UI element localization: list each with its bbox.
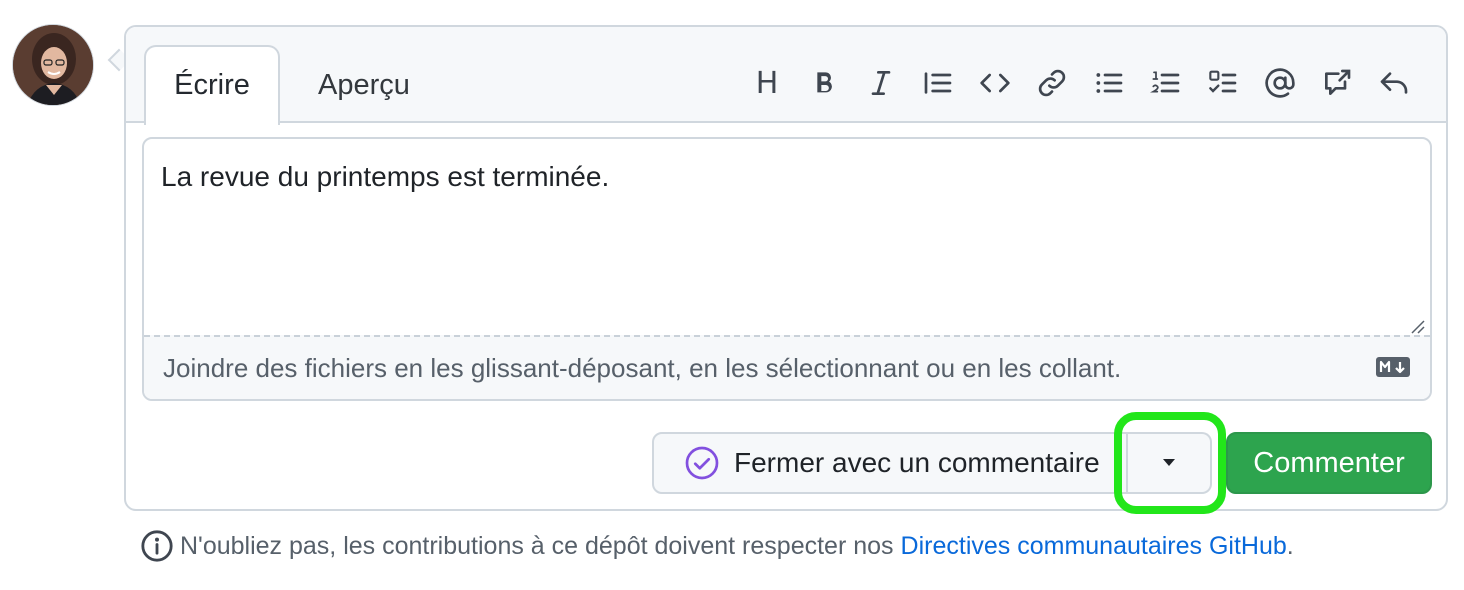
tab-write[interactable]: Écrire xyxy=(144,45,280,125)
community-guidelines-link[interactable]: Directives communautaires GitHub xyxy=(901,532,1287,561)
numbered-list-icon[interactable] xyxy=(1144,61,1188,105)
close-button-label: Fermer avec un commentaire xyxy=(734,447,1100,478)
resize-handle-icon[interactable] xyxy=(1408,317,1426,335)
info-icon xyxy=(141,530,173,562)
bold-icon[interactable] xyxy=(802,61,846,105)
guidelines-text: N'oubliez pas, les contributions à ce dé… xyxy=(180,531,894,560)
comment-button[interactable]: Commenter xyxy=(1226,432,1432,494)
attach-files-bar[interactable]: Joindre des fichiers en les glissant-dép… xyxy=(144,335,1430,399)
heading-icon[interactable]: H xyxy=(745,61,789,105)
issue-closed-icon xyxy=(685,446,719,480)
attach-hint: Joindre des fichiers en les glissant-dép… xyxy=(163,353,1122,383)
task-list-icon[interactable] xyxy=(1201,61,1245,105)
comment-textarea[interactable]: La revue du printemps est terminée. Join… xyxy=(142,137,1432,401)
tab-preview[interactable]: Aperçu xyxy=(298,45,430,125)
guidelines-suffix: . xyxy=(1286,531,1294,560)
code-icon[interactable] xyxy=(973,61,1017,105)
markdown-icon[interactable] xyxy=(1376,357,1410,377)
italic-icon[interactable] xyxy=(859,61,903,105)
comment-form: Écrire Aperçu H La revue du printemps es… xyxy=(124,25,1448,514)
bullet-list-icon[interactable] xyxy=(1087,61,1131,105)
guidelines-note: N'oubliez pas, les contributions à ce dé… xyxy=(140,526,1294,566)
quote-icon[interactable] xyxy=(916,61,960,105)
close-with-comment-button[interactable]: Fermer avec un commentaire xyxy=(652,432,1128,494)
avatar[interactable] xyxy=(12,24,94,106)
comment-text[interactable]: La revue du printemps est terminée. xyxy=(161,161,609,193)
highlight-box xyxy=(1114,412,1226,514)
mention-icon[interactable] xyxy=(1258,61,1302,105)
editor-header: Écrire Aperçu H xyxy=(126,27,1446,125)
formatting-toolbar: H xyxy=(732,61,1416,105)
reply-icon[interactable] xyxy=(1372,61,1416,105)
reference-icon[interactable] xyxy=(1315,61,1359,105)
link-icon[interactable] xyxy=(1030,61,1074,105)
